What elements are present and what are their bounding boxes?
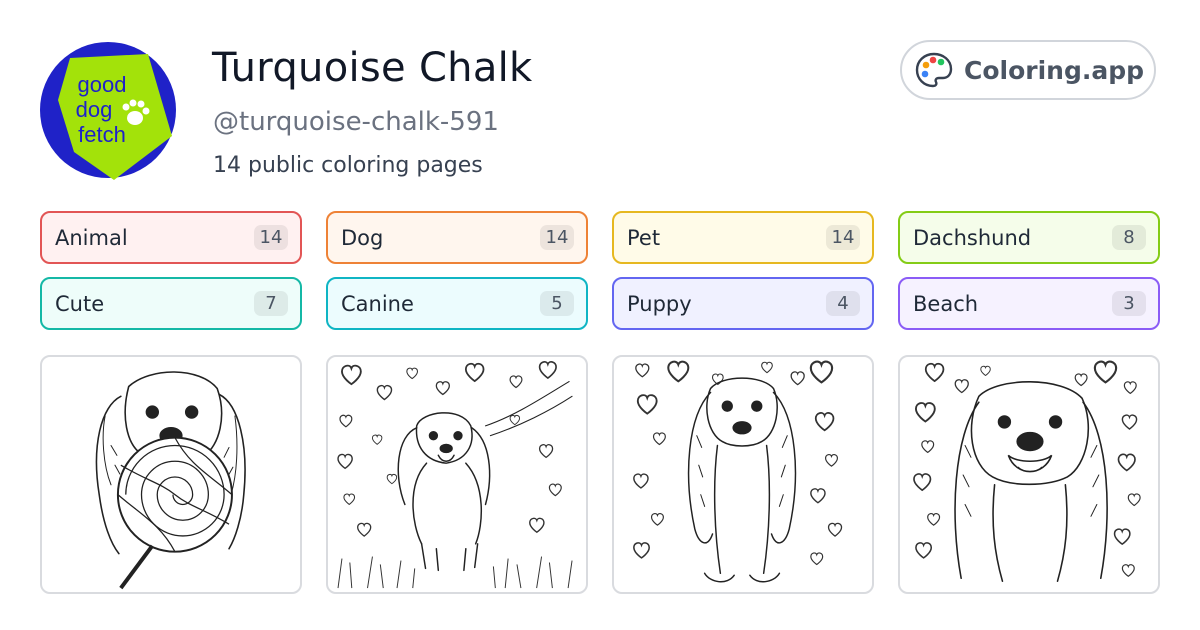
smiling-dog-illustration — [913, 360, 1141, 582]
avatar-line1: good — [78, 72, 127, 97]
tag-count: 14 — [540, 225, 574, 250]
profile-handle: @turquoise-chalk-591 — [213, 107, 499, 137]
tag-label: Puppy — [627, 291, 692, 316]
tag-count: 14 — [254, 225, 288, 250]
profile-name: Turquoise Chalk — [212, 45, 533, 91]
coloring-page-card[interactable] — [898, 355, 1160, 594]
tag-chip[interactable]: Beach 3 — [898, 277, 1160, 330]
dog-lollipop-illustration — [95, 371, 246, 590]
page-count: 14 public coloring pages — [213, 153, 483, 178]
avatar-line2: dog — [76, 97, 113, 122]
tag-count: 5 — [540, 291, 574, 316]
tag-count: 3 — [1112, 291, 1146, 316]
tag-label: Animal — [55, 225, 128, 250]
tag-chip[interactable]: Pet 14 — [612, 211, 874, 264]
tag-list: Animal 14 Dog 14 Pet 14 Dachshund 8 Cute… — [40, 211, 1160, 330]
tag-chip[interactable]: Puppy 4 — [612, 277, 874, 330]
coloring-page-card[interactable] — [326, 355, 588, 594]
palette-icon — [915, 52, 953, 88]
tag-chip[interactable]: Dachshund 8 — [898, 211, 1160, 264]
coloring-page-grid — [40, 355, 1160, 594]
brand-button[interactable]: Coloring.app — [900, 40, 1156, 100]
tag-label: Dog — [341, 225, 384, 250]
tag-label: Cute — [55, 291, 105, 316]
avatar[interactable]: good dog fetch — [38, 40, 178, 180]
tag-label: Beach — [913, 291, 979, 316]
coloring-page-card[interactable] — [612, 355, 874, 594]
coloring-page-card[interactable] — [40, 355, 302, 594]
tag-count: 7 — [254, 291, 288, 316]
tag-chip[interactable]: Animal 14 — [40, 211, 302, 264]
tag-chip[interactable]: Dog 14 — [326, 211, 588, 264]
tag-count: 14 — [826, 225, 860, 250]
tag-label: Pet — [627, 225, 661, 250]
tag-count: 4 — [826, 291, 860, 316]
running-dog-illustration — [337, 361, 573, 589]
avatar-line3: fetch — [78, 122, 126, 147]
brand-label: Coloring.app — [964, 55, 1145, 85]
tag-count: 8 — [1112, 225, 1146, 250]
tag-chip[interactable]: Cute 7 — [40, 277, 302, 330]
tag-label: Dachshund — [913, 225, 1032, 250]
tag-label: Canine — [341, 291, 414, 316]
sitting-dog-illustration — [633, 360, 843, 583]
tag-chip[interactable]: Canine 5 — [326, 277, 588, 330]
